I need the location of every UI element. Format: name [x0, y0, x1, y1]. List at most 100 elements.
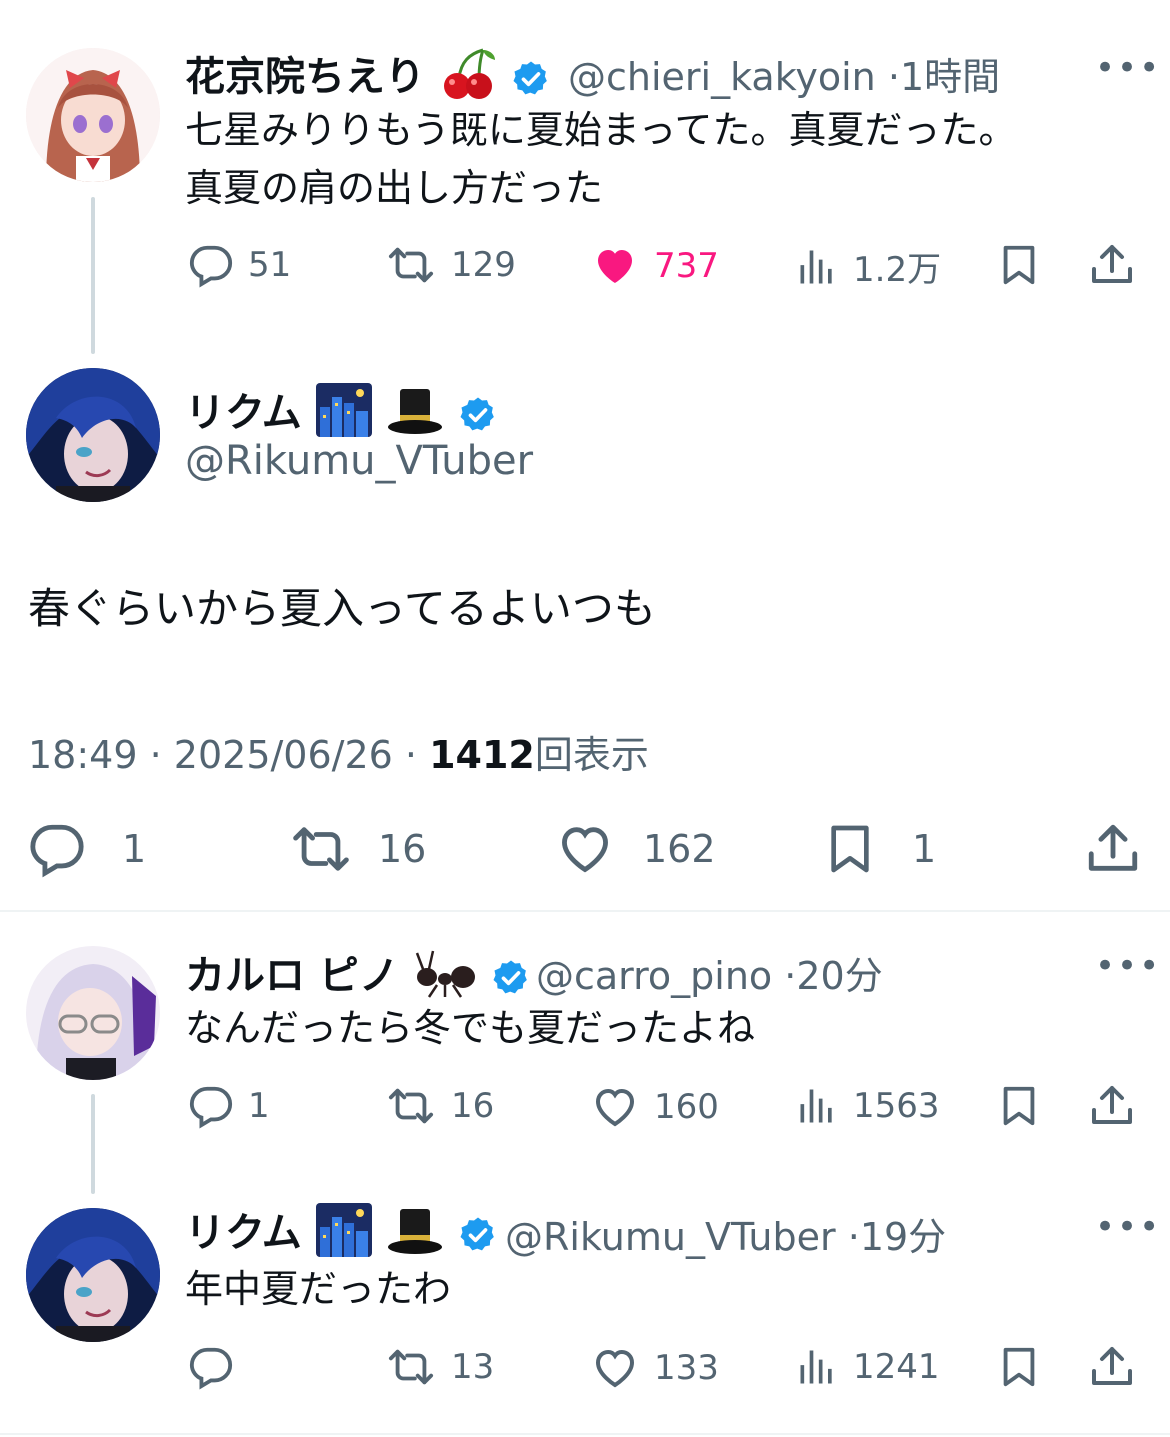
avatar-rikumu[interactable]: [26, 1208, 160, 1342]
retweet-icon: [288, 820, 354, 878]
retweet-button[interactable]: 13: [385, 1344, 494, 1390]
avatar-rikumu[interactable]: [26, 368, 160, 502]
tweet-text-line: 七星みりりもう既に夏始まってた。真夏だった。: [185, 108, 1017, 152]
tweet-text: なんだったら冬でも夏だったよね: [185, 1006, 756, 1050]
like-icon: [590, 1083, 640, 1131]
author-name[interactable]: リクム: [185, 1200, 498, 1267]
like-icon: [590, 1344, 640, 1392]
timestamp[interactable]: 1時間: [900, 55, 1000, 99]
bookmark-icon: [996, 1342, 1042, 1392]
share-button[interactable]: [1088, 1342, 1136, 1392]
share-icon: [1088, 1342, 1136, 1392]
verified-icon: [458, 395, 498, 435]
reply-icon: [188, 1083, 234, 1129]
retweet-button[interactable]: 16: [385, 1083, 494, 1129]
verified-icon: [458, 1215, 498, 1255]
reply-count: 1: [122, 827, 147, 871]
reply-icon: [188, 242, 234, 288]
share-button[interactable]: [1084, 818, 1142, 880]
tweet-text: 年中夏だったわ: [185, 1267, 452, 1311]
views-count: 1.2万: [853, 250, 942, 290]
reply-button[interactable]: [188, 1344, 234, 1390]
like-button[interactable]: 133: [590, 1344, 719, 1392]
handle[interactable]: @Rikumu_VTuber: [185, 438, 533, 484]
divider: [0, 1433, 1170, 1435]
reply-button[interactable]: 1: [188, 1083, 270, 1129]
retweet-button[interactable]: 16: [288, 820, 426, 878]
tweet-text: 七星みりりもう既に夏始まってた。真夏だった。 真夏の肩の出し方だった: [185, 101, 1016, 217]
tweet-timestamp: 18:49 · 2025/06/26 · 1412回表示: [28, 724, 649, 779]
avatar-image: [26, 48, 160, 182]
like-button[interactable]: 737: [590, 242, 719, 290]
share-icon: [1084, 818, 1142, 880]
display-name[interactable]: リクム: [185, 1210, 302, 1256]
views-button[interactable]: 1.2万: [795, 242, 941, 291]
handle[interactable]: @carro_pino: [536, 954, 772, 998]
views-button[interactable]: 1241: [795, 1344, 940, 1390]
like-count: 160: [654, 1087, 719, 1127]
views-icon: [795, 1083, 839, 1129]
reply-icon: [188, 1344, 234, 1390]
retweet-icon: [385, 1344, 437, 1390]
reply-button[interactable]: 1: [28, 820, 146, 878]
share-button[interactable]: [1088, 240, 1136, 290]
like-count: 133: [654, 1348, 719, 1388]
like-count: 162: [643, 827, 716, 871]
avatar-image: [26, 946, 160, 1080]
reply-count: 51: [248, 245, 292, 285]
display-name[interactable]: カルロ ピノ: [185, 953, 399, 999]
share-icon: [1088, 240, 1136, 290]
retweet-icon: [385, 242, 437, 288]
handle[interactable]: @chieri_kakyoin: [568, 55, 876, 99]
divider: [0, 910, 1170, 912]
more-icon[interactable]: •••: [1095, 48, 1161, 88]
views-count: 1412: [429, 733, 535, 777]
verified-icon: [491, 958, 531, 998]
views-icon: [795, 1344, 839, 1390]
more-icon[interactable]: •••: [1095, 946, 1161, 986]
like-button[interactable]: 162: [555, 820, 716, 878]
tweet-meta: @chieri_kakyoin ·1時間: [568, 46, 1000, 101]
avatar-chieri[interactable]: [26, 48, 160, 182]
post-date[interactable]: 2025/06/26: [174, 733, 393, 777]
like-button[interactable]: 160: [590, 1083, 719, 1131]
share-icon: [1088, 1081, 1136, 1131]
avatar-image: [26, 368, 160, 502]
tweet-meta: @Rikumu_VTuber ·19分: [505, 1206, 946, 1261]
bookmark-button[interactable]: [996, 240, 1042, 290]
avatar-image: [26, 1208, 160, 1342]
reply-button[interactable]: 51: [188, 242, 291, 288]
reply-count: 1: [248, 1086, 270, 1126]
separator-dot: ·: [847, 1215, 860, 1259]
bookmark-icon: [996, 240, 1042, 290]
more-icon[interactable]: •••: [1095, 1207, 1161, 1247]
like-count: 737: [654, 246, 719, 286]
views-button[interactable]: 1563: [795, 1083, 940, 1129]
share-button[interactable]: [1088, 1081, 1136, 1131]
separator-dot: ·: [404, 733, 418, 777]
display-name[interactable]: リクム: [185, 390, 302, 436]
views-count: 1563: [853, 1086, 940, 1126]
bookmark-count: 1: [912, 827, 937, 871]
retweet-count: 13: [451, 1347, 495, 1387]
reply-icon: [28, 820, 86, 878]
author-name[interactable]: リクム: [185, 380, 498, 447]
handle[interactable]: @Rikumu_VTuber: [505, 1215, 836, 1259]
bookmark-icon: [996, 1081, 1042, 1131]
display-name[interactable]: 花京院ちえり: [185, 54, 425, 100]
separator-dot: ·: [149, 733, 162, 777]
bookmark-button[interactable]: 1: [822, 818, 936, 880]
retweet-button[interactable]: 129: [385, 242, 516, 288]
views-label: 回表示: [534, 733, 649, 777]
tweet-text: 春ぐらいから夏入ってるよいつも: [28, 584, 656, 633]
thread-line: [91, 1094, 95, 1194]
bookmark-button[interactable]: [996, 1081, 1042, 1131]
post-time[interactable]: 18:49: [28, 733, 138, 777]
avatar-carro-pino[interactable]: [26, 946, 160, 1080]
retweet-count: 16: [378, 827, 427, 871]
timestamp[interactable]: 20分: [796, 954, 882, 998]
timestamp[interactable]: 19分: [860, 1215, 946, 1259]
like-icon: [590, 242, 640, 290]
bookmark-button[interactable]: [996, 1342, 1042, 1392]
tweet-meta: @carro_pino ·20分: [536, 945, 883, 1000]
